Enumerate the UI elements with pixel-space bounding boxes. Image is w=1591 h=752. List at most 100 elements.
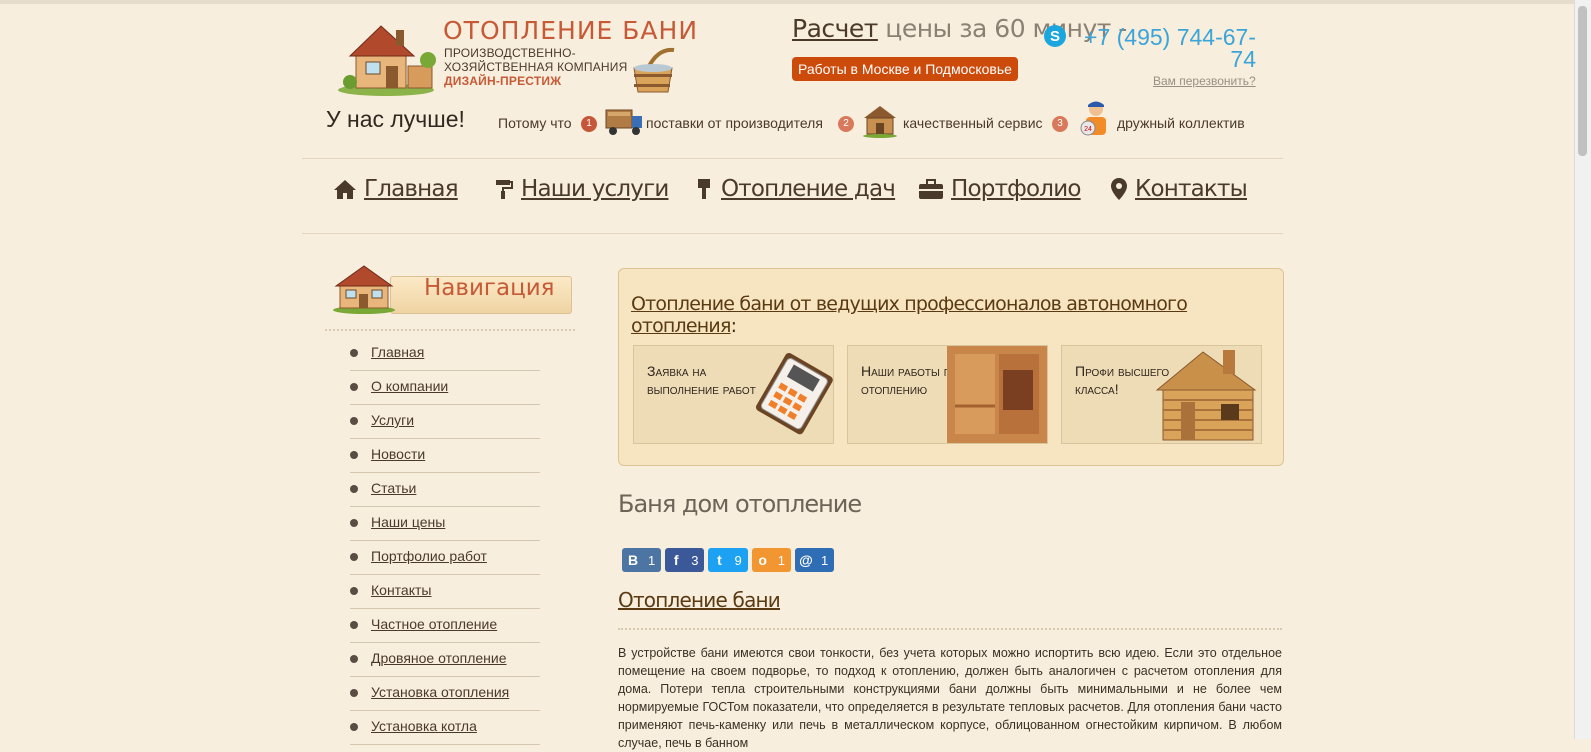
menu-item-dacha-heating[interactable]: Отопление дач	[694, 176, 896, 202]
menu-item-portfolio[interactable]: Портфолио	[918, 176, 1081, 202]
scrollbar[interactable]	[1574, 0, 1591, 739]
sidebar-link-wood-heating[interactable]: Дровяное отопление	[371, 650, 507, 666]
feature-title-colon: :	[730, 315, 737, 337]
share-twitter-button[interactable]: t9	[708, 548, 748, 572]
twitter-icon: t	[717, 552, 722, 568]
feature-number-2: 2	[838, 116, 854, 132]
brush-icon	[698, 179, 710, 199]
sidebar-item: Установка отопления	[350, 677, 540, 711]
sidebar-link-about[interactable]: О компании	[371, 378, 448, 394]
svg-text:S: S	[1050, 28, 1060, 45]
sidebar-link-boiler-install[interactable]: Установка котла	[371, 718, 477, 734]
share-facebook-button[interactable]: f3	[665, 548, 705, 572]
log-cabin-icon	[863, 106, 897, 138]
skype-icon[interactable]: S	[1043, 24, 1067, 48]
sidebar-link-private-heating[interactable]: Частное отопление	[371, 616, 497, 632]
sidebar-link-prices[interactable]: Наши цены	[371, 514, 445, 530]
feature-number-1: 1	[581, 116, 597, 132]
share-count: 1	[820, 552, 829, 568]
card-text: Заявка на выполнение работ	[647, 363, 756, 397]
section-divider	[618, 628, 1282, 630]
sauna-interior-icon	[947, 346, 1047, 443]
tagline-because: Потому что	[498, 115, 572, 131]
feature-number-3: 3	[1052, 116, 1068, 132]
feature-label-3: дружный коллектив	[1117, 115, 1245, 131]
logo-title[interactable]: ОТОПЛЕНИЕ БАНИ	[443, 16, 698, 45]
sidebar-link-portfolio[interactable]: Портфолио работ	[371, 548, 487, 564]
sidebar-item: Статьи	[350, 473, 540, 507]
moscow-region-button[interactable]: Работы в Москве и Подмосковье	[792, 57, 1018, 81]
card-top-professionals[interactable]: Профи высшего класса!	[1061, 345, 1262, 444]
callback-link[interactable]: Вам перезвонить?	[1153, 74, 1256, 88]
sidebar-item: О компании	[350, 371, 540, 405]
share-buttons: В1 f3 t9 о1 @1	[622, 548, 838, 572]
support-worker-icon: 24	[1080, 101, 1106, 136]
sauna-bucket-icon	[633, 47, 675, 93]
menu-item-home[interactable]: Главная	[333, 176, 459, 202]
share-count: 3	[691, 552, 699, 568]
calc-link[interactable]: Расчет	[792, 14, 878, 43]
menu-item-label: Главная	[364, 176, 459, 202]
share-mailru-button[interactable]: @1	[794, 548, 835, 572]
article-paragraph: В устройстве бани имеются свои тонкости,…	[618, 646, 1282, 750]
share-count: 1	[648, 552, 656, 568]
share-count: 9	[734, 552, 742, 568]
facebook-icon: f	[673, 552, 679, 568]
svg-text:24: 24	[1084, 126, 1092, 133]
calculator-icon	[755, 353, 833, 435]
sidebar-item: Установка котла	[350, 711, 540, 745]
sidebar-link-services[interactable]: Услуги	[371, 412, 414, 428]
menu-item-label: Отопление дач	[721, 176, 896, 202]
truck-icon	[605, 109, 642, 135]
menu-item-contacts[interactable]: Контакты	[1110, 176, 1248, 202]
sidebar-link-news[interactable]: Новости	[371, 446, 425, 462]
logo-house-icon[interactable]	[336, 16, 438, 96]
sidebar-link-contacts[interactable]: Контакты	[371, 582, 431, 598]
sidebar-item: Главная	[350, 337, 540, 371]
feature-label-1: поставки от производителя	[646, 115, 823, 131]
odnoklassniki-icon: о	[758, 552, 767, 568]
logo-subtitle: ПРОИЗВОДСТВЕННО- ХОЗЯЙСТВЕННАЯ КОМПАНИЯ …	[444, 46, 627, 88]
sidebar-item: Портфолио работ	[350, 541, 540, 575]
menu-item-label: Портфолио	[951, 176, 1081, 202]
menu-bottom-divider	[302, 233, 1283, 234]
sidebar-title: Навигация	[424, 275, 555, 301]
sidebar-item: Частное отопление	[350, 609, 540, 643]
card-order-request[interactable]: Заявка на выполнение работ	[633, 345, 834, 444]
menu-item-services[interactable]: Наши услуги	[494, 176, 669, 202]
sidebar-item: Услуги	[350, 405, 540, 439]
map-marker-icon	[1111, 178, 1127, 200]
feature-title-link[interactable]: Отопление бани от ведущих профессионалов…	[631, 293, 1188, 337]
mailru-icon: @	[799, 552, 813, 568]
sidebar-link-home[interactable]: Главная	[371, 344, 424, 360]
logo-sub-line2: ХОЗЯЙСТВЕННАЯ КОМПАНИЯ	[444, 60, 628, 74]
vk-icon: В	[627, 552, 639, 568]
logo-brand: ДИЗАЙН-ПРЕСТИЖ	[444, 74, 562, 88]
scrollbar-thumb[interactable]	[1578, 6, 1587, 156]
menu-item-label: Наши услуги	[521, 176, 669, 202]
home-icon	[334, 180, 356, 199]
section-title[interactable]: Отопление бани	[618, 588, 781, 612]
house-icon	[333, 265, 395, 314]
menu-top-divider	[302, 158, 1283, 159]
sidebar-item: Новости	[350, 439, 540, 473]
log-house-icon	[1155, 350, 1257, 441]
sidebar-link-heating-install[interactable]: Установка отопления	[371, 684, 509, 700]
card-our-works[interactable]: Наши работы по отоплению	[847, 345, 1048, 444]
page-title: Баня дом отопление	[618, 490, 862, 518]
sidebar-item: Наши цены	[350, 507, 540, 541]
share-odnoklassniki-button[interactable]: о1	[751, 548, 791, 572]
logo-sub-line1: ПРОИЗВОДСТВЕННО-	[444, 46, 576, 60]
sidebar-header: Навигация	[332, 262, 572, 314]
tagline-better: У нас лучше!	[326, 106, 465, 132]
share-count: 1	[777, 552, 785, 568]
sidebar-nav-list: Главная О компании Услуги Новости Статьи…	[350, 337, 540, 745]
feature-label-2: качественный сервис	[903, 115, 1043, 131]
sidebar-divider	[325, 329, 575, 331]
phone-number[interactable]: +7 (495) 744-67-74	[1076, 26, 1256, 71]
share-vk-button[interactable]: В1	[622, 548, 662, 572]
feature-title: Отопление бани от ведущих профессионалов…	[631, 293, 1283, 337]
top-edge	[0, 0, 1591, 4]
sidebar-link-articles[interactable]: Статьи	[371, 480, 416, 496]
paint-roller-icon	[496, 180, 513, 199]
